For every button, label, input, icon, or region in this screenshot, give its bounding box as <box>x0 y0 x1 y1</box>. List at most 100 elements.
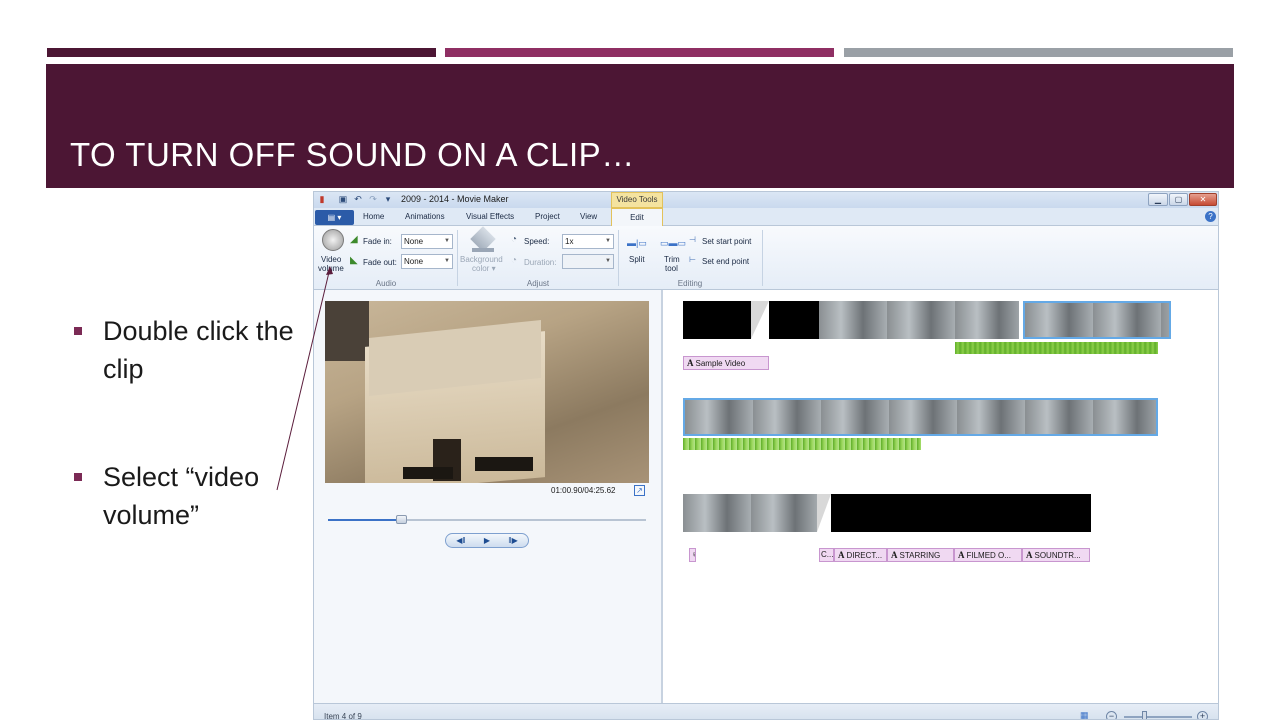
duration-label: Duration: <box>524 258 557 267</box>
dropdown-icon[interactable]: ▾ <box>383 194 393 204</box>
caption-text: DIRECT... <box>846 551 883 560</box>
chevron-down-icon: ▼ <box>605 238 611 244</box>
preview-chair-shape <box>325 301 369 361</box>
set-start-point-button[interactable]: ⊣ Set start point <box>689 235 759 247</box>
clip-video[interactable] <box>683 398 1158 436</box>
zoom-in-button[interactable]: + <box>1197 711 1208 719</box>
clip-black[interactable] <box>683 301 751 339</box>
caption-item[interactable]: A SOUNDTR... <box>1022 548 1090 562</box>
adjust-group-label: Adjust <box>526 279 550 288</box>
audio-group-label: Audio <box>375 279 397 288</box>
caption-a-icon: A <box>891 550 898 560</box>
fade-out-label: Fade out: <box>363 258 397 267</box>
tab-view[interactable]: View <box>580 212 597 221</box>
caption-item[interactable]: A DIRECT... <box>834 548 887 562</box>
trim-tool-label-line2: tool <box>665 264 678 273</box>
minimize-button[interactable]: ▁ <box>1148 193 1168 206</box>
status-bar: Item 4 of 9 ▦ − + <box>314 703 1218 719</box>
trim-tool-label-line1: Trim <box>664 255 680 264</box>
previous-frame-button[interactable]: ◀‖ <box>448 535 474 546</box>
seek-thumb[interactable] <box>396 515 408 524</box>
clip-video[interactable] <box>683 494 817 532</box>
undo-icon[interactable]: ↶ <box>353 194 363 204</box>
fade-out-icon: ◣ <box>350 255 358 266</box>
help-icon[interactable]: ? <box>1205 211 1216 222</box>
tab-project[interactable]: Project <box>535 212 560 221</box>
zoom-thumb[interactable] <box>1142 711 1147 719</box>
trim-tool-button[interactable]: ▭▬▭ Trim tool <box>658 232 686 274</box>
start-point-icon: ⊣ <box>689 235 696 244</box>
color-swatch <box>472 248 494 252</box>
zoom-slider[interactable] <box>1124 716 1192 718</box>
set-end-point-label: Set end point <box>702 257 750 266</box>
seek-bar[interactable] <box>328 515 646 524</box>
speed-select[interactable]: 1x ▼ <box>562 234 614 249</box>
caption-text: STARRING <box>899 551 941 560</box>
fade-in-icon: ◢ <box>350 234 358 245</box>
preview-model-pad <box>475 457 533 471</box>
audio-waveform <box>683 438 921 450</box>
video-preview[interactable] <box>325 301 649 483</box>
speed-icon: ◔ <box>511 234 518 245</box>
next-frame-button[interactable]: ‖▶ <box>500 535 526 546</box>
redo-icon[interactable]: ↷ <box>368 194 378 204</box>
fade-out-value: None <box>404 257 424 266</box>
transition-icon <box>817 494 831 532</box>
caption-item[interactable]: C... <box>819 548 834 562</box>
tab-animations[interactable]: Animations <box>405 212 445 221</box>
app-icon: ▮ <box>319 194 325 204</box>
speaker-icon <box>322 229 344 251</box>
ribbon-separator <box>618 230 619 286</box>
caption-a-icon: A <box>838 550 845 560</box>
split-button[interactable]: ▬|▭ Split <box>624 232 650 266</box>
video-tools-context-label: Video Tools <box>611 192 663 208</box>
clip-black[interactable] <box>831 494 1091 532</box>
accent-bar-2 <box>445 48 834 57</box>
accent-bar-1 <box>47 48 436 57</box>
chevron-down-icon: ▼ <box>444 258 450 264</box>
close-button[interactable]: ✕ <box>1189 193 1217 206</box>
title-band: TO TURN OFF SOUND ON A CLIP… <box>46 64 1234 188</box>
caption-a-icon: A <box>687 358 694 368</box>
title-bar: ▮ ▣ ↶ ↷ ▾ 2009 - 2014 - Movie Maker Vide… <box>314 192 1218 208</box>
preview-model-pad <box>403 467 453 479</box>
end-point-icon: ⊢ <box>689 255 696 264</box>
set-end-point-button[interactable]: ⊢ Set end point <box>689 255 759 267</box>
background-color-button[interactable]: Background color ▾ <box>460 226 506 276</box>
tab-edit[interactable]: Edit <box>611 208 663 227</box>
file-menu-button[interactable]: ▤ ▾ <box>315 210 354 225</box>
bullet-marker-icon <box>74 473 82 481</box>
caption-marker[interactable]: ♀ <box>689 548 696 562</box>
caption-sample-video[interactable]: A Sample Video <box>683 356 769 370</box>
clip-video-selected[interactable] <box>1023 301 1171 339</box>
fullscreen-icon[interactable]: ↗ <box>634 485 645 496</box>
maximize-button[interactable]: ▢ <box>1169 193 1188 206</box>
slide-title: TO TURN OFF SOUND ON A CLIP… <box>70 136 635 173</box>
transition-icon <box>751 301 769 339</box>
clip-black[interactable] <box>769 301 819 339</box>
split-label: Split <box>629 255 645 264</box>
movie-maker-window: ▮ ▣ ↶ ↷ ▾ 2009 - 2014 - Movie Maker Vide… <box>313 191 1219 720</box>
caption-item[interactable]: A FILMED O... <box>954 548 1022 562</box>
background-color-label-line1: Background <box>460 255 503 264</box>
ribbon-separator <box>457 230 458 286</box>
slide: TO TURN OFF SOUND ON A CLIP… Double clic… <box>0 0 1280 720</box>
play-button[interactable]: ▶ <box>474 535 500 546</box>
window-title: 2009 - 2014 - Movie Maker <box>401 194 509 204</box>
background-color-label-line2: color ▾ <box>472 264 496 273</box>
video-volume-button[interactable]: Video volume <box>318 229 348 275</box>
ribbon-separator <box>762 230 763 286</box>
chevron-down-icon: ▼ <box>444 238 450 244</box>
zoom-out-button[interactable]: − <box>1106 711 1117 719</box>
tab-visual-effects[interactable]: Visual Effects <box>466 212 514 221</box>
fade-in-select[interactable]: None ▼ <box>401 234 453 249</box>
fade-out-select[interactable]: None ▼ <box>401 254 453 269</box>
storyboard-view-icon[interactable]: ▦ <box>1080 710 1089 719</box>
clip-video[interactable] <box>819 301 1019 339</box>
caption-item[interactable]: A STARRING <box>887 548 954 562</box>
fade-in-label: Fade in: <box>363 237 392 246</box>
bullet-text: Double click the clip <box>103 316 294 384</box>
duration-select[interactable]: ▼ <box>562 254 614 269</box>
tab-home[interactable]: Home <box>363 212 384 221</box>
save-icon[interactable]: ▣ <box>338 194 348 204</box>
